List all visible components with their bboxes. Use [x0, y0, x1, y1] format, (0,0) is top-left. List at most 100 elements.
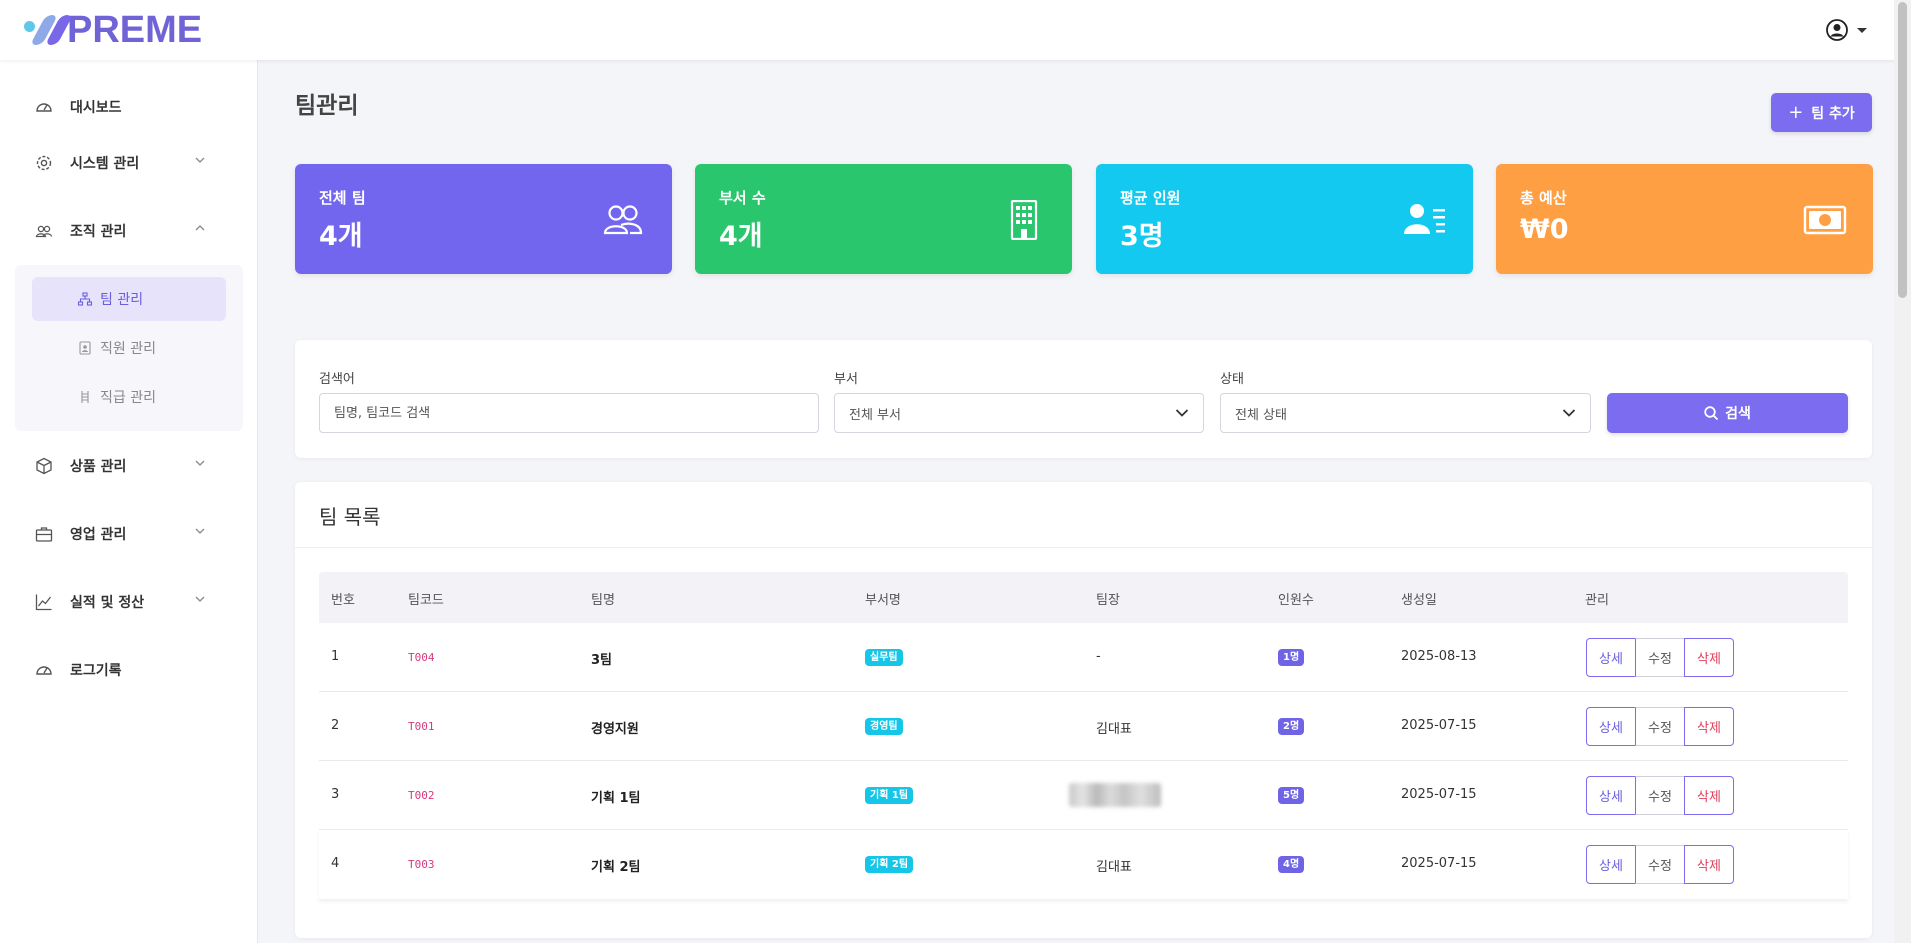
sidebar-item-label: 대시보드	[70, 100, 122, 116]
team-leader: -	[1096, 649, 1101, 664]
divider	[295, 547, 1872, 548]
department-select[interactable]: 전체 부서	[834, 393, 1204, 433]
sidebar-item-dashboard[interactable]: 대시보드	[0, 87, 258, 127]
sidebar-item-label: 실적 및 정산	[70, 595, 145, 611]
cash-icon	[1803, 205, 1847, 235]
created-date: 2025-07-15	[1401, 718, 1477, 733]
created-date: 2025-07-15	[1401, 856, 1477, 871]
sidebar-item-label: 상품 관리	[70, 459, 127, 475]
delete-button[interactable]: 삭제	[1684, 776, 1734, 815]
logo[interactable]: PREME	[24, 10, 202, 50]
sidebar-item-organization[interactable]: 조직 관리	[0, 211, 258, 251]
submenu-item-employee[interactable]: 직원 관리	[32, 326, 226, 370]
edit-button[interactable]: 수정	[1635, 707, 1685, 746]
sidebar-item-system[interactable]: 시스템 관리	[0, 143, 258, 183]
team-code: T003	[408, 858, 435, 871]
team-code: T004	[408, 651, 435, 664]
chevron-down-icon	[195, 157, 205, 163]
submenu-item-label: 직급 관리	[100, 390, 156, 406]
edit-button[interactable]: 수정	[1635, 845, 1685, 884]
edit-button[interactable]: 수정	[1635, 638, 1685, 677]
detail-button[interactable]: 상세	[1586, 776, 1636, 815]
detail-button[interactable]: 상세	[1586, 707, 1636, 746]
diagram-icon	[78, 292, 92, 306]
table-row: 2 T001 경영지원 경영팀 김대표 2명 2025-07-15 상세 수정 …	[319, 692, 1848, 761]
building-icon	[1010, 200, 1038, 240]
detail-button[interactable]: 상세	[1586, 845, 1636, 884]
team-name: 기획 1팀	[591, 791, 641, 806]
delete-button[interactable]: 삭제	[1684, 845, 1734, 884]
stat-card-average-members: 평균 인원 3명	[1096, 164, 1473, 274]
row-number: 1	[331, 649, 340, 664]
department-badge: 경영팀	[865, 718, 903, 735]
submenu-item-team[interactable]: 팀 관리	[32, 277, 226, 321]
department-select-value: 전체 부서	[849, 407, 901, 423]
column-header: 팀코드	[408, 593, 444, 608]
user-circle-icon	[1826, 19, 1848, 41]
status-label: 상태	[1220, 372, 1244, 387]
search-button[interactable]: 검색	[1607, 393, 1848, 433]
department-badge: 기획 2팀	[865, 856, 914, 873]
chevron-down-icon	[195, 528, 205, 534]
team-leader-redacted	[1069, 783, 1161, 807]
row-actions: 상세 수정 삭제	[1586, 845, 1734, 884]
graph-icon	[34, 592, 54, 612]
created-date: 2025-08-13	[1401, 649, 1477, 664]
stat-label: 총 예산	[1520, 189, 1567, 207]
chevron-down-icon	[195, 596, 205, 602]
team-name: 경영지원	[591, 722, 639, 737]
stat-label: 부서 수	[719, 189, 766, 207]
delete-button[interactable]: 삭제	[1684, 707, 1734, 746]
created-date: 2025-07-15	[1401, 787, 1477, 802]
filter-card: 검색어 부서 전체 부서 상태 전체 상태 검색	[295, 340, 1872, 458]
gear-icon	[34, 153, 54, 173]
member-count-badge: 1명	[1278, 649, 1305, 666]
submenu-item-rank[interactable]: 직급 관리	[32, 375, 226, 419]
status-select[interactable]: 전체 상태	[1220, 393, 1591, 433]
edit-button[interactable]: 수정	[1635, 776, 1685, 815]
search-input[interactable]	[334, 405, 818, 421]
team-leader: 김대표	[1096, 860, 1132, 875]
add-team-button[interactable]: + 팀 추가	[1771, 93, 1872, 132]
column-header: 생성일	[1401, 593, 1437, 608]
page-title: 팀관리	[295, 93, 359, 119]
chevron-down-icon	[195, 460, 205, 466]
team-leader: 김대표	[1096, 722, 1132, 737]
team-code: T002	[408, 789, 435, 802]
chevron-down-icon	[1857, 27, 1867, 33]
stat-label: 평균 인원	[1120, 189, 1181, 207]
stat-card-departments: 부서 수 4개	[695, 164, 1072, 274]
sidebar-item-sales[interactable]: 영업 관리	[0, 514, 258, 554]
user-menu[interactable]	[1825, 18, 1867, 42]
page-scrollbar[interactable]	[1894, 0, 1911, 943]
people-icon	[603, 205, 643, 235]
sidebar-item-performance[interactable]: 실적 및 정산	[0, 582, 258, 622]
column-header: 부서명	[865, 593, 901, 608]
stat-value: ₩0	[1520, 214, 1569, 245]
scrollbar-thumb[interactable]	[1898, 2, 1907, 298]
organization-submenu: 팀 관리 직원 관리 직급 관리	[15, 265, 243, 431]
detail-button[interactable]: 상세	[1586, 638, 1636, 677]
sidebar: 대시보드 시스템 관리 조직 관리 팀 관리 직원 관리 직급 관리 상품 관리…	[0, 60, 258, 943]
member-count-badge: 4명	[1278, 856, 1305, 873]
chevron-up-icon	[195, 225, 205, 231]
member-count-badge: 5명	[1278, 787, 1305, 804]
stat-card-total-budget: 총 예산 ₩0	[1496, 164, 1873, 274]
column-header: 팀명	[591, 593, 615, 608]
submenu-item-label: 팀 관리	[100, 292, 144, 308]
sidebar-item-logs[interactable]: 로그기록	[0, 650, 258, 690]
sidebar-item-label: 영업 관리	[70, 527, 127, 543]
stat-value: 4개	[319, 221, 363, 252]
sidebar-item-label: 시스템 관리	[70, 156, 140, 172]
submenu-item-label: 직원 관리	[100, 341, 156, 357]
speedometer-icon	[34, 97, 54, 117]
delete-button[interactable]: 삭제	[1684, 638, 1734, 677]
column-header: 번호	[331, 593, 355, 608]
keyword-field[interactable]	[319, 393, 819, 433]
sidebar-item-product[interactable]: 상품 관리	[0, 446, 258, 486]
plus-icon: +	[1788, 101, 1804, 123]
search-button-label: 검색	[1725, 406, 1751, 422]
table-header: 번호 팀코드 팀명 부서명 팀장 인원수 생성일 관리	[319, 572, 1848, 623]
briefcase-icon	[34, 524, 54, 544]
sidebar-item-label: 조직 관리	[70, 224, 127, 240]
